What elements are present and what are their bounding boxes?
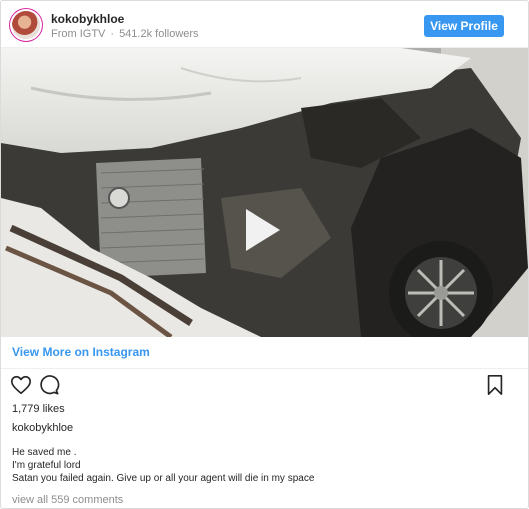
caption-owner[interactable]: kokobykhloe xyxy=(12,422,73,434)
post-header: kokobykhloe From IGTV · 541.2k followers V… xyxy=(1,1,528,48)
comment-icon[interactable] xyxy=(38,374,60,396)
bookmark-icon[interactable] xyxy=(485,374,505,396)
instagram-embed-card: kokobykhloe From IGTV · 541.2k followers V… xyxy=(0,0,529,509)
post-subline: From IGTV · 541.2k followers xyxy=(51,28,199,40)
caption: He saved me . I'm grateful lord Satan yo… xyxy=(12,446,314,485)
view-profile-button[interactable]: View Profile xyxy=(424,15,504,37)
video-thumbnail[interactable] xyxy=(1,48,528,337)
followers-count: 541.2k followers xyxy=(119,28,199,40)
view-more-link[interactable]: View More on Instagram xyxy=(12,345,150,359)
username[interactable]: kokobykhloe xyxy=(51,12,124,26)
caption-line: I'm grateful lord xyxy=(12,460,81,471)
caption-line: He saved me . xyxy=(12,447,77,458)
car-crash-image xyxy=(1,48,528,337)
caption-line: Satan you failed again. Give up or all y… xyxy=(12,473,315,484)
source-label: From IGTV xyxy=(51,28,106,40)
view-all-comments-link[interactable]: view all 559 comments xyxy=(12,494,123,506)
avatar[interactable] xyxy=(12,11,40,39)
likes-count[interactable]: 1,779 likes xyxy=(12,403,65,415)
separator: · xyxy=(110,28,115,40)
heart-icon[interactable] xyxy=(10,374,32,396)
play-icon[interactable] xyxy=(234,203,288,257)
divider xyxy=(1,368,528,369)
